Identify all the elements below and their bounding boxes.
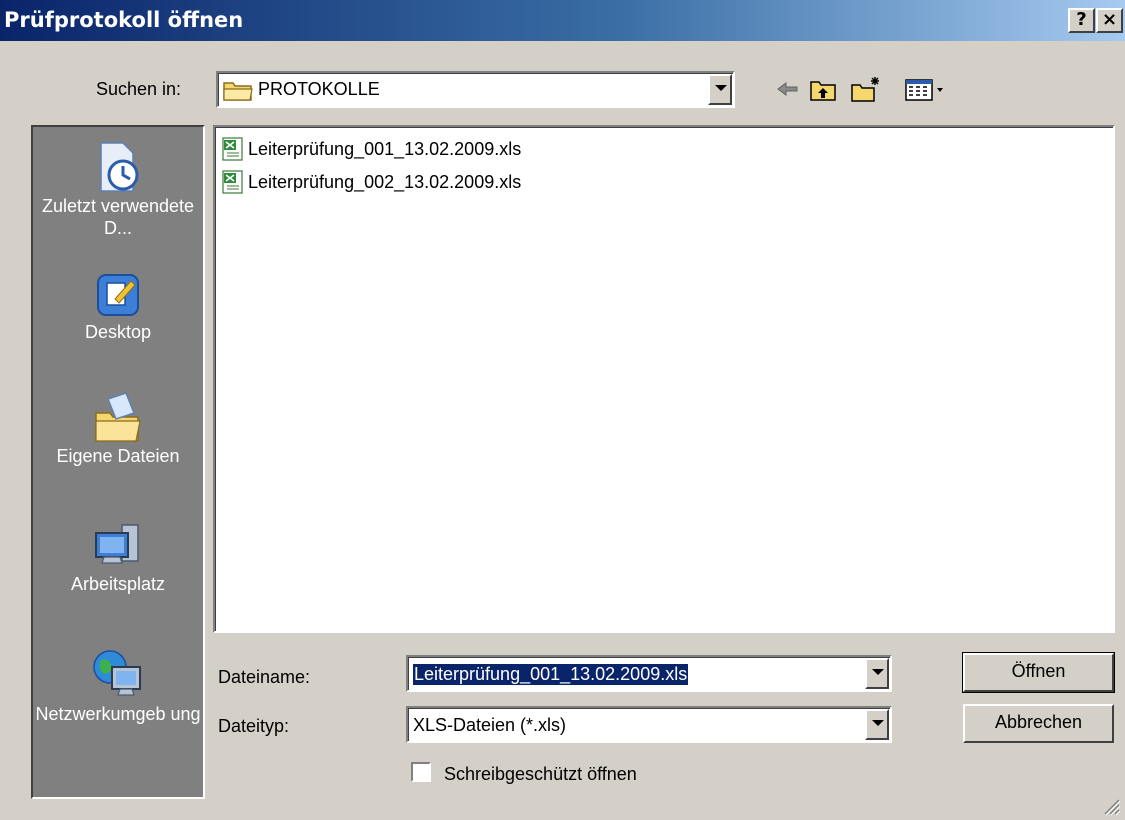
back-icon[interactable] [775,75,801,103]
lookin-dropdown-button[interactable] [708,74,732,105]
up-folder-icon[interactable] [809,75,837,103]
place-desktop[interactable]: Desktop [33,269,203,343]
filetype-label: Dateityp: [218,716,290,736]
recent-documents-icon [100,142,139,192]
help-button[interactable]: ? [1068,8,1095,33]
place-mycomputer[interactable]: Arbeitsplatz [33,519,203,595]
close-button[interactable]: × [1096,8,1123,33]
place-mycomputer-label: Arbeitsplatz [70,574,166,594]
open-file-dialog: Prüfprotokoll öffnen ? × Suchen in: PROT… [0,0,1125,820]
place-recent[interactable]: Zuletzt verwendete D... [33,141,203,239]
list-item[interactable]: Leiterprüfung_001_13.02.2009.xls [221,135,521,163]
new-folder-icon[interactable] [850,75,882,103]
place-network[interactable]: Netzwerkumgeb ung [33,647,203,725]
place-mydocs[interactable]: Eigene Dateien [33,391,203,467]
filename-label: Dateiname: [218,667,311,687]
file-name: Leiterprüfung_001_13.02.2009.xls [248,138,522,159]
places-bar: Zuletzt verwendete D... Desktop Eigene D… [31,125,205,799]
open-button[interactable]: Öffnen [962,652,1115,693]
place-mydocs-label: Eigene Dateien [56,446,180,466]
view-menu-icon[interactable] [904,75,946,103]
desktop-icon [97,274,139,316]
excel-file-icon [222,170,243,194]
lookin-combobox[interactable]: PROTOKOLLE [216,71,735,108]
lookin-label: Suchen in: [96,79,182,99]
title-bar[interactable]: Prüfprotokoll öffnen ? × [0,0,1125,43]
place-recent-label: Zuletzt verwendete D... [41,196,195,238]
readonly-label: Schreibgeschützt öffnen [444,764,637,784]
filetype-dropdown-button[interactable] [865,709,889,740]
place-network-label: Netzwerkumgeb ung [35,704,201,724]
filetype-value: XLS-Dateien (*.xls) [413,715,567,735]
filename-combobox[interactable]: Leiterprüfung_001_13.02.2009.xls [406,655,892,692]
file-list[interactable]: Leiterprüfung_001_13.02.2009.xls Leiterp… [213,125,1115,633]
list-item[interactable]: Leiterprüfung_002_13.02.2009.xls [221,168,521,196]
cancel-button[interactable]: Abbrechen [963,704,1114,743]
network-icon [93,650,141,696]
window-title: Prüfprotokoll öffnen [4,8,244,32]
lookin-value: PROTOKOLLE [258,79,380,99]
resize-grip-icon[interactable] [1101,796,1121,816]
my-computer-icon [95,524,139,564]
excel-file-icon [222,137,243,161]
readonly-checkbox[interactable] [411,762,431,782]
filename-dropdown-button[interactable] [865,658,889,689]
file-name: Leiterprüfung_002_13.02.2009.xls [248,171,522,192]
filename-input[interactable]: Leiterprüfung_001_13.02.2009.xls [413,664,689,685]
place-desktop-label: Desktop [84,322,152,342]
my-documents-icon [95,392,141,442]
filetype-combobox[interactable]: XLS-Dateien (*.xls) [406,706,892,743]
folder-icon [223,82,253,101]
